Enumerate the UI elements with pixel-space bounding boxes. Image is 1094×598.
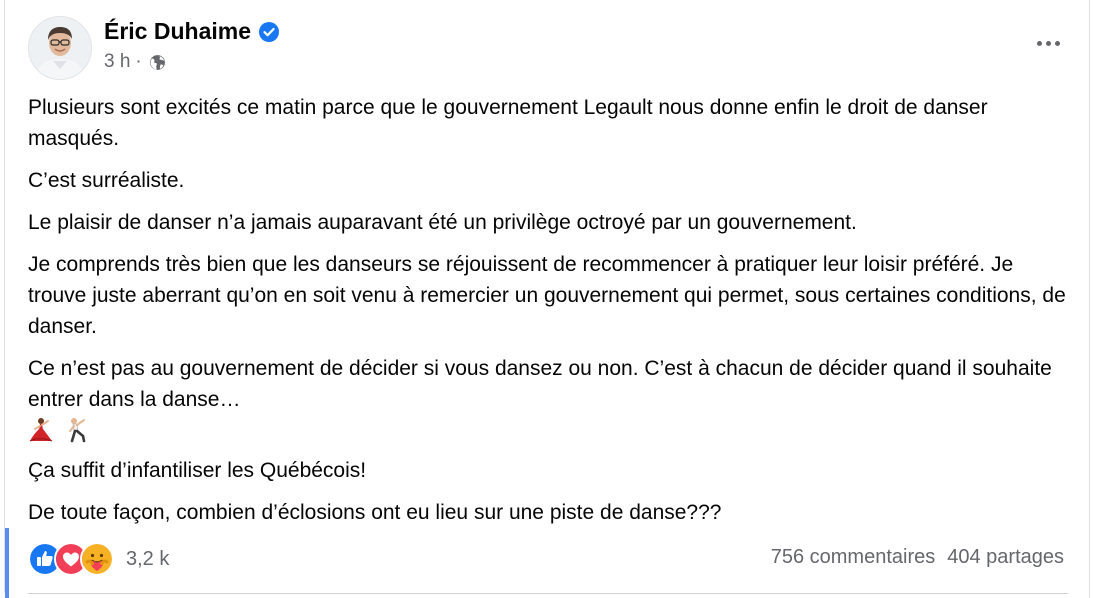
globe-icon[interactable] — [149, 54, 166, 71]
verified-badge-icon — [259, 21, 279, 42]
post-paragraph: C’est surréaliste. — [28, 169, 185, 192]
comments-count-link[interactable]: 756 commentaires — [771, 546, 936, 569]
more-options-dot — [1054, 40, 1060, 46]
post-timestamp[interactable]: 3 h — [104, 51, 130, 73]
author-avatar[interactable] — [28, 16, 92, 80]
engagement-stats: 756 commentaires 404 partages — [771, 546, 1064, 569]
author-name-row: Éric Duhaime — [104, 18, 279, 45]
reaction-count[interactable]: 3,2 k — [126, 548, 169, 571]
post-meta: 3 h · — [104, 51, 166, 73]
post-paragraph: Plusieurs sont excités ce matin parce qu… — [28, 96, 988, 150]
more-options-button[interactable] — [1028, 28, 1068, 58]
author-name[interactable]: Éric Duhaime — [104, 18, 251, 45]
more-options-dot — [1045, 40, 1051, 46]
care-reaction-icon — [80, 542, 114, 576]
post-footer: 3,2 k 756 commentaires 404 partages — [28, 538, 1068, 580]
post-header: Éric Duhaime 3 h · — [28, 14, 1068, 80]
footer-divider — [28, 593, 1068, 594]
post-paragraph: De toute façon, combien d’éclosions ont … — [28, 501, 722, 524]
post-paragraph: Ce n’est pas au gouvernement de décider … — [28, 357, 1052, 411]
dancer-man-emoji — [69, 418, 86, 443]
meta-separator: · — [135, 51, 142, 72]
post-body: Plusieurs sont excités ce matin parce qu… — [28, 92, 1068, 528]
shares-count-link[interactable]: 404 partages — [947, 546, 1064, 569]
reactions-summary[interactable]: 3,2 k — [28, 542, 169, 576]
more-options-dot — [1036, 40, 1042, 46]
emoji-row — [28, 416, 1068, 444]
post-paragraph: Le plaisir de danser n’a jamais auparava… — [28, 211, 857, 234]
post-paragraph: Ça suffit d’infantiliser les Québécois! — [28, 459, 367, 482]
author-photo-icon — [29, 17, 91, 79]
focus-accent-bar — [5, 528, 9, 598]
dancer-woman-emoji — [29, 418, 53, 442]
post-paragraph: Je comprends très bien que les danseurs … — [28, 253, 1066, 338]
